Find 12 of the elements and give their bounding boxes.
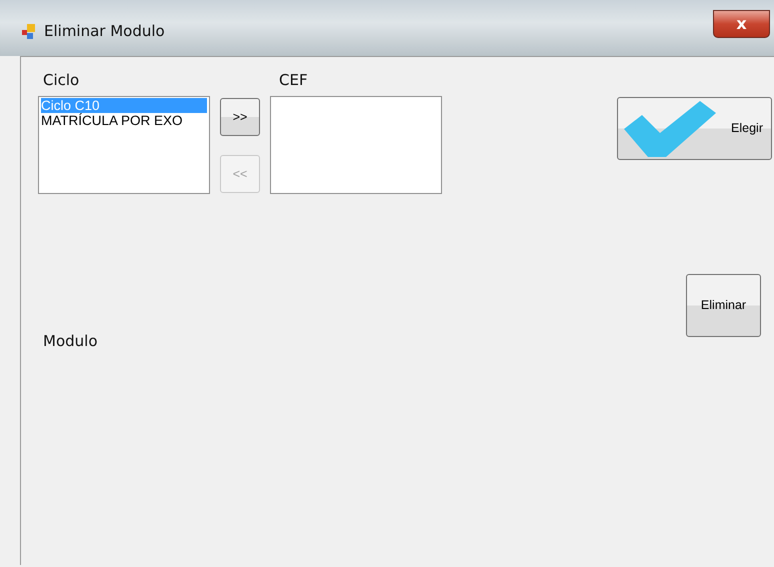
ciclo-label: Ciclo	[43, 70, 80, 91]
list-item[interactable]: MATRÍCULA POR EXO	[41, 112, 207, 128]
cef-label: CEF	[279, 70, 309, 91]
close-button[interactable]: x	[713, 10, 770, 38]
window-title: Eliminar Modulo	[44, 21, 165, 42]
eliminar-button[interactable]: Eliminar	[686, 274, 761, 336]
ciclo-listbox[interactable]: Ciclo C10 MATRÍCULA POR EXO	[38, 96, 210, 194]
app-icon	[22, 24, 36, 40]
move-right-button[interactable]: >>	[220, 98, 260, 136]
elegir-button[interactable]: Elegir	[617, 97, 772, 160]
modulo-label: Modulo	[43, 330, 98, 352]
cef-listbox[interactable]	[270, 96, 442, 194]
